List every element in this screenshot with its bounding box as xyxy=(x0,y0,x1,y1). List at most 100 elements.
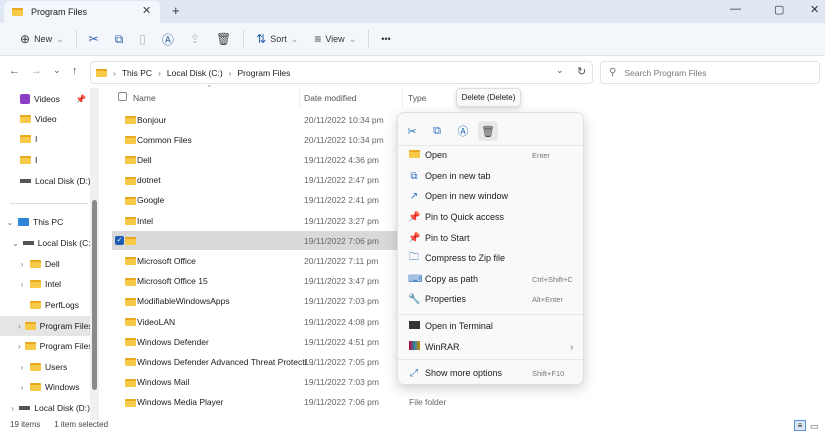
more-button[interactable]: ••• xyxy=(373,27,398,51)
sidebar-item[interactable]: › Program Files xyxy=(0,336,90,356)
tooltip: Delete (Delete) xyxy=(456,88,521,107)
sidebar-item[interactable]: › Windows xyxy=(0,377,90,397)
refresh-icon[interactable]: ↻ xyxy=(577,65,586,78)
sidebar-item[interactable]: › Intel xyxy=(0,274,90,294)
sort-button[interactable]: ⇅ Sort ⌄ xyxy=(248,27,306,51)
rename-icon[interactable]: Ⓐ xyxy=(453,121,473,141)
menu-item-compress-to-zip-file[interactable]: 🗀 Compress to Zip file xyxy=(402,248,581,268)
file-row[interactable]: Windows Media Player 19/11/2022 7:06 pm xyxy=(112,393,402,412)
file-row[interactable]: Google 19/11/2022 2:41 pm xyxy=(112,191,402,210)
address-bar[interactable]: › This PC › Local Disk (C:) › Program Files xyxy=(90,61,593,84)
file-row[interactable]: Bonjour 20/11/2022 10:34 pm xyxy=(112,110,402,129)
file-date: 19/11/2022 7:05 pm xyxy=(304,356,379,367)
address-dropdown-icon[interactable]: ⌄ xyxy=(556,65,564,76)
menu-item-pin-to-quick-access[interactable]: 📌 Pin to Quick access xyxy=(402,207,581,227)
expand-chevron-icon[interactable]: › xyxy=(18,342,21,351)
tab-program-files[interactable]: Program Files xyxy=(4,1,160,23)
copy-button[interactable]: ⧉ xyxy=(107,27,132,51)
sidebar-item[interactable]: Video xyxy=(0,109,90,129)
menu-item-shortcut: › xyxy=(570,341,574,353)
file-row[interactable]: Dell 19/11/2022 4:36 pm xyxy=(112,150,402,169)
expand-chevron-icon[interactable]: ⌄ xyxy=(6,218,14,227)
row-checkbox[interactable]: ✓ xyxy=(115,236,124,246)
new-tab-button[interactable]: + xyxy=(172,3,180,18)
sidebar-item[interactable]: › Dell xyxy=(0,254,90,274)
menu-divider xyxy=(398,314,583,315)
sidebar-item[interactable]: ⌄ This PC xyxy=(0,212,90,232)
delete-icon[interactable]: 🗑 xyxy=(478,121,498,141)
recent-chevron-icon[interactable]: ⌄ xyxy=(53,65,61,76)
sidebar-item[interactable]: › Program Files xyxy=(0,316,90,336)
paste-button[interactable]: ▯ xyxy=(131,27,154,51)
menu-item-open-in-new-window[interactable]: ↗ Open in new window xyxy=(402,186,581,206)
menu-item-pin-to-start[interactable]: 📌 Pin to Start xyxy=(402,228,581,248)
sidebar-item[interactable]: Videos 📌 xyxy=(0,89,90,109)
cut-button[interactable]: ✂ xyxy=(81,27,107,51)
file-row[interactable]: Windows Mail 19/11/2022 7:03 pm xyxy=(112,373,402,392)
menu-item-properties[interactable]: 🔧 Properties Alt+Enter xyxy=(402,289,581,309)
share-button[interactable]: ⇪ xyxy=(182,27,208,51)
expand-chevron-icon[interactable]: › xyxy=(18,322,21,331)
expand-chevron-icon[interactable]: › xyxy=(18,363,26,372)
file-row[interactable]: Common Files 20/11/2022 10:34 pm xyxy=(112,130,402,149)
file-date: 19/11/2022 3:27 pm xyxy=(304,215,379,226)
sidebar-item[interactable]: › Local Disk (D:) xyxy=(0,398,90,418)
menu-item-winrar[interactable]: WinRAR › xyxy=(402,337,581,357)
column-header-type[interactable]: Type xyxy=(408,93,426,103)
sidebar-item[interactable]: ⌄ Local Disk (C:) xyxy=(0,233,90,253)
breadcrumb-local-disk-c[interactable]: Local Disk (C:) xyxy=(167,68,223,78)
expand-chevron-icon[interactable]: ⌄ xyxy=(12,239,19,248)
navigation-pane: Videos 📌 Video I I Local Disk (D:) ⌄ This PC ⌄ Lo… xyxy=(0,88,92,420)
file-row[interactable]: Windows Defender 19/11/2022 4:51 pm xyxy=(112,332,402,351)
new-button[interactable]: ⊕ New ⌄ xyxy=(12,27,72,51)
forward-icon[interactable]: → xyxy=(31,65,42,77)
folder-icon xyxy=(30,301,41,309)
expand-chevron-icon[interactable]: › xyxy=(18,383,26,392)
file-row[interactable]: ModifiableWindowsApps 19/11/2022 7:03 pm xyxy=(112,292,402,311)
copy-icon[interactable]: ⧉ xyxy=(427,121,447,141)
column-header-name[interactable]: Name xyxy=(133,93,156,103)
tiles-view-icon[interactable]: ▭ xyxy=(810,421,819,432)
sidebar-item[interactable]: › Users xyxy=(0,357,90,377)
view-button[interactable]: ≡ View ⌄ xyxy=(306,27,364,51)
select-all-checkbox[interactable] xyxy=(118,92,127,101)
search-input[interactable]: ⚲ Search Program Files xyxy=(600,61,820,84)
sidebar-item[interactable]: I xyxy=(0,129,90,149)
tab-close-icon[interactable]: ✕ xyxy=(142,4,151,17)
menu-item-show-more-options[interactable]: ⤢ Show more options Shift+F10 xyxy=(402,363,581,383)
trash-icon: 🗑 xyxy=(215,32,232,46)
file-row[interactable]: Microsoft Office 20/11/2022 7:11 pm xyxy=(112,251,402,270)
sidebar-scrollbar[interactable] xyxy=(92,200,97,390)
breadcrumb-program-files[interactable]: Program Files xyxy=(238,68,291,78)
back-icon[interactable]: ← xyxy=(9,65,20,77)
maximize-button[interactable]: ▢ xyxy=(774,3,784,16)
rename-icon: Ⓐ xyxy=(161,32,174,47)
sidebar-item[interactable]: I xyxy=(0,150,90,170)
expand-chevron-icon[interactable]: › xyxy=(10,404,15,413)
file-row[interactable]: Microsoft Office 15 19/11/2022 3:47 pm xyxy=(112,272,402,291)
file-row[interactable]: Windows Defender Advanced Threat Protect… xyxy=(112,352,402,371)
details-view-icon[interactable]: ≡ xyxy=(794,420,806,431)
rename-button[interactable]: Ⓐ xyxy=(154,27,182,51)
file-row[interactable]: ✓ 19/11/2022 7:06 pm xyxy=(112,231,402,251)
context-menu: ✂ ⧉ Ⓐ 🗑 Open Enter ⧉ Open in new tab ↗ Open i… xyxy=(397,112,584,385)
sidebar-item[interactable]: PerfLogs xyxy=(0,295,90,315)
delete-button[interactable]: 🗑 xyxy=(208,27,239,51)
breadcrumb-this-pc[interactable]: This PC xyxy=(122,68,152,78)
file-row[interactable]: Intel 19/11/2022 3:27 pm xyxy=(112,211,402,230)
expand-chevron-icon[interactable]: › xyxy=(18,260,26,269)
file-row[interactable]: VideoLAN 19/11/2022 4:08 pm xyxy=(112,312,402,331)
sidebar-item[interactable]: Local Disk (D:) xyxy=(0,171,90,191)
menu-item-open-in-terminal[interactable]: Open in Terminal xyxy=(402,316,581,336)
menu-item-copy-as-path[interactable]: ⌨ Copy as path Ctrl+Shift+C xyxy=(402,269,581,289)
expand-chevron-icon[interactable]: › xyxy=(18,280,26,289)
menu-item-open-in-new-tab[interactable]: ⧉ Open in new tab xyxy=(402,166,581,186)
close-window-button[interactable]: ✕ xyxy=(810,3,819,16)
minimize-button[interactable]: — xyxy=(730,3,741,15)
column-header-date[interactable]: Date modified xyxy=(304,93,356,103)
file-row[interactable]: dotnet 19/11/2022 2:47 pm xyxy=(112,171,402,190)
cut-icon[interactable]: ✂ xyxy=(402,121,422,141)
menu-item-open[interactable]: Open Enter xyxy=(402,145,581,165)
terminal-icon xyxy=(408,320,420,332)
up-icon[interactable]: ↑ xyxy=(72,65,78,77)
